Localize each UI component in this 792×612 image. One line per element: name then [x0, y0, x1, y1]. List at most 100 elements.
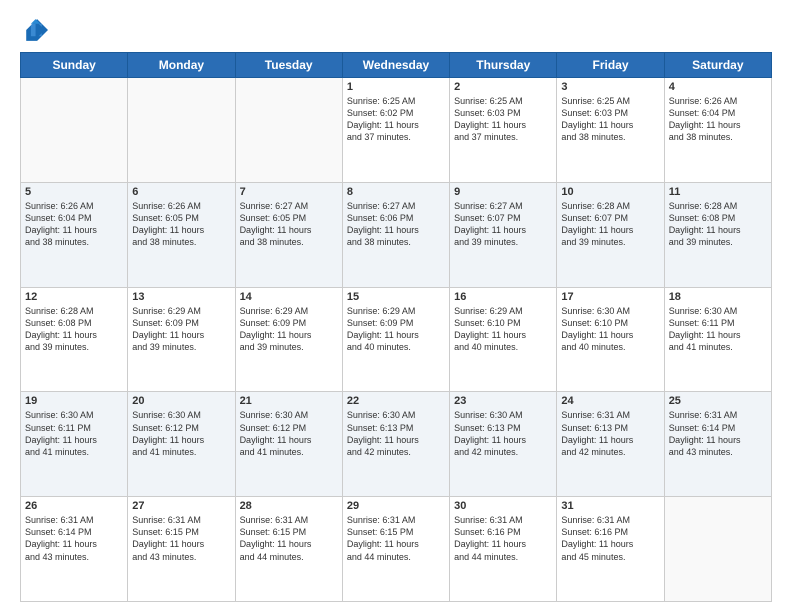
logo — [20, 16, 52, 44]
day-number: 19 — [25, 395, 123, 407]
day-number: 6 — [132, 186, 230, 198]
day-number: 13 — [132, 291, 230, 303]
calendar-cell: 2 Sunrise: 6:25 AM Sunset: 6:03 PM Daylig… — [450, 78, 557, 183]
day-header-sunday: Sunday — [21, 53, 128, 78]
day-info: Sunrise: 6:27 AM Sunset: 6:05 PM Dayligh… — [240, 200, 338, 249]
calendar-cell: 18Sunrise: 6:30 AM Sunset: 6:11 PM Dayli… — [664, 287, 771, 392]
calendar-cell: 31 Sunrise: 6:31 AM Sunset: 6:16 PM Dayli… — [557, 497, 664, 602]
calendar-cell: 25Sunrise: 6:31 AM Sunset: 6:14 PM Dayli… — [664, 392, 771, 497]
calendar-cell: 12 Sunrise: 6:28 AM Sunset: 6:08 PM Dayli… — [21, 287, 128, 392]
day-number: 5 — [25, 186, 123, 198]
day-number: 2 — [454, 81, 552, 93]
day-info: Sunrise: 6:26 AM Sunset: 6:04 PM Dayligh… — [25, 200, 123, 249]
day-header-monday: Monday — [128, 53, 235, 78]
day-info: Sunrise: 6:31 AM Sunset: 6:16 PM Dayligh… — [561, 514, 659, 563]
calendar-header-row: SundayMondayTuesdayWednesdayThursdayFrid… — [21, 53, 772, 78]
day-number: 27 — [132, 500, 230, 512]
calendar-cell: 10 Sunrise: 6:28 AM Sunset: 6:07 PM Dayli… — [557, 182, 664, 287]
day-number: 29 — [347, 500, 445, 512]
calendar-cell: 11 Sunrise: 6:28 AM Sunset: 6:08 PM Dayli… — [664, 182, 771, 287]
day-number: 21 — [240, 395, 338, 407]
day-number: 12 — [25, 291, 123, 303]
day-info: Sunrise: 6:29 AM Sunset: 6:09 PM Dayligh… — [240, 305, 338, 354]
calendar-week-0: 1 Sunrise: 6:25 AM Sunset: 6:02 PM Daylig… — [21, 78, 772, 183]
calendar-week-1: 5 Sunrise: 6:26 AM Sunset: 6:04 PM Daylig… — [21, 182, 772, 287]
calendar-cell: 23 Sunrise: 6:30 AM Sunset: 6:13 PM Dayli… — [450, 392, 557, 497]
day-number: 30 — [454, 500, 552, 512]
day-number: 17 — [561, 291, 659, 303]
calendar-cell — [21, 78, 128, 183]
day-number: 18 — [669, 291, 767, 303]
day-info: Sunrise: 6:30 AM Sunset: 6:11 PM Dayligh… — [25, 409, 123, 458]
day-info: Sunrise: 6:31 AM Sunset: 6:14 PM Dayligh… — [25, 514, 123, 563]
day-header-thursday: Thursday — [450, 53, 557, 78]
day-number: 22 — [347, 395, 445, 407]
day-info: Sunrise: 6:28 AM Sunset: 6:08 PM Dayligh… — [25, 305, 123, 354]
calendar-cell: 13 Sunrise: 6:29 AM Sunset: 6:09 PM Dayli… — [128, 287, 235, 392]
logo-icon — [20, 16, 48, 44]
day-info: Sunrise: 6:29 AM Sunset: 6:10 PM Dayligh… — [454, 305, 552, 354]
day-header-friday: Friday — [557, 53, 664, 78]
page: SundayMondayTuesdayWednesdayThursdayFrid… — [0, 0, 792, 612]
day-info: Sunrise: 6:30 AM Sunset: 6:12 PM Dayligh… — [132, 409, 230, 458]
day-info: Sunrise: 6:27 AM Sunset: 6:06 PM Dayligh… — [347, 200, 445, 249]
day-header-tuesday: Tuesday — [235, 53, 342, 78]
calendar-cell: 4 Sunrise: 6:26 AM Sunset: 6:04 PM Daylig… — [664, 78, 771, 183]
day-number: 4 — [669, 81, 767, 93]
day-info: Sunrise: 6:27 AM Sunset: 6:07 PM Dayligh… — [454, 200, 552, 249]
day-info: Sunrise: 6:29 AM Sunset: 6:09 PM Dayligh… — [347, 305, 445, 354]
day-info: Sunrise: 6:31 AM Sunset: 6:14 PM Dayligh… — [669, 409, 767, 458]
day-number: 15 — [347, 291, 445, 303]
day-info: Sunrise: 6:25 AM Sunset: 6:02 PM Dayligh… — [347, 95, 445, 144]
day-info: Sunrise: 6:28 AM Sunset: 6:07 PM Dayligh… — [561, 200, 659, 249]
calendar-cell: 29Sunrise: 6:31 AM Sunset: 6:15 PM Dayli… — [342, 497, 449, 602]
day-number: 31 — [561, 500, 659, 512]
calendar-cell: 14Sunrise: 6:29 AM Sunset: 6:09 PM Dayli… — [235, 287, 342, 392]
day-info: Sunrise: 6:30 AM Sunset: 6:10 PM Dayligh… — [561, 305, 659, 354]
calendar-cell: 21 Sunrise: 6:30 AM Sunset: 6:12 PM Dayli… — [235, 392, 342, 497]
day-info: Sunrise: 6:31 AM Sunset: 6:15 PM Dayligh… — [132, 514, 230, 563]
calendar-cell — [128, 78, 235, 183]
day-number: 28 — [240, 500, 338, 512]
day-number: 11 — [669, 186, 767, 198]
day-number: 23 — [454, 395, 552, 407]
day-info: Sunrise: 6:31 AM Sunset: 6:13 PM Dayligh… — [561, 409, 659, 458]
day-number: 1 — [347, 81, 445, 93]
calendar-cell: 8 Sunrise: 6:27 AM Sunset: 6:06 PM Daylig… — [342, 182, 449, 287]
calendar-cell: 1 Sunrise: 6:25 AM Sunset: 6:02 PM Daylig… — [342, 78, 449, 183]
calendar-cell: 30 Sunrise: 6:31 AM Sunset: 6:16 PM Dayli… — [450, 497, 557, 602]
calendar-week-2: 12 Sunrise: 6:28 AM Sunset: 6:08 PM Dayli… — [21, 287, 772, 392]
day-number: 9 — [454, 186, 552, 198]
header — [20, 16, 772, 44]
day-info: Sunrise: 6:25 AM Sunset: 6:03 PM Dayligh… — [454, 95, 552, 144]
day-header-saturday: Saturday — [664, 53, 771, 78]
day-info: Sunrise: 6:25 AM Sunset: 6:03 PM Dayligh… — [561, 95, 659, 144]
day-header-wednesday: Wednesday — [342, 53, 449, 78]
calendar-cell: 19 Sunrise: 6:30 AM Sunset: 6:11 PM Dayli… — [21, 392, 128, 497]
day-info: Sunrise: 6:30 AM Sunset: 6:13 PM Dayligh… — [454, 409, 552, 458]
day-number: 3 — [561, 81, 659, 93]
day-info: Sunrise: 6:30 AM Sunset: 6:12 PM Dayligh… — [240, 409, 338, 458]
calendar-cell: 7Sunrise: 6:27 AM Sunset: 6:05 PM Daylig… — [235, 182, 342, 287]
day-info: Sunrise: 6:30 AM Sunset: 6:13 PM Dayligh… — [347, 409, 445, 458]
day-info: Sunrise: 6:28 AM Sunset: 6:08 PM Dayligh… — [669, 200, 767, 249]
day-info: Sunrise: 6:26 AM Sunset: 6:04 PM Dayligh… — [669, 95, 767, 144]
day-number: 16 — [454, 291, 552, 303]
calendar-cell: 15 Sunrise: 6:29 AM Sunset: 6:09 PM Dayli… — [342, 287, 449, 392]
calendar-cell: 5 Sunrise: 6:26 AM Sunset: 6:04 PM Daylig… — [21, 182, 128, 287]
day-number: 10 — [561, 186, 659, 198]
calendar-cell: 17 Sunrise: 6:30 AM Sunset: 6:10 PM Dayli… — [557, 287, 664, 392]
day-info: Sunrise: 6:29 AM Sunset: 6:09 PM Dayligh… — [132, 305, 230, 354]
calendar-cell: 20 Sunrise: 6:30 AM Sunset: 6:12 PM Dayli… — [128, 392, 235, 497]
day-info: Sunrise: 6:31 AM Sunset: 6:16 PM Dayligh… — [454, 514, 552, 563]
day-number: 8 — [347, 186, 445, 198]
calendar-cell: 9 Sunrise: 6:27 AM Sunset: 6:07 PM Daylig… — [450, 182, 557, 287]
day-number: 20 — [132, 395, 230, 407]
day-info: Sunrise: 6:26 AM Sunset: 6:05 PM Dayligh… — [132, 200, 230, 249]
calendar-cell: 26 Sunrise: 6:31 AM Sunset: 6:14 PM Dayli… — [21, 497, 128, 602]
calendar-cell: 24Sunrise: 6:31 AM Sunset: 6:13 PM Dayli… — [557, 392, 664, 497]
day-number: 26 — [25, 500, 123, 512]
calendar-cell — [235, 78, 342, 183]
calendar-cell: 16 Sunrise: 6:29 AM Sunset: 6:10 PM Dayli… — [450, 287, 557, 392]
calendar-cell: 22 Sunrise: 6:30 AM Sunset: 6:13 PM Dayli… — [342, 392, 449, 497]
